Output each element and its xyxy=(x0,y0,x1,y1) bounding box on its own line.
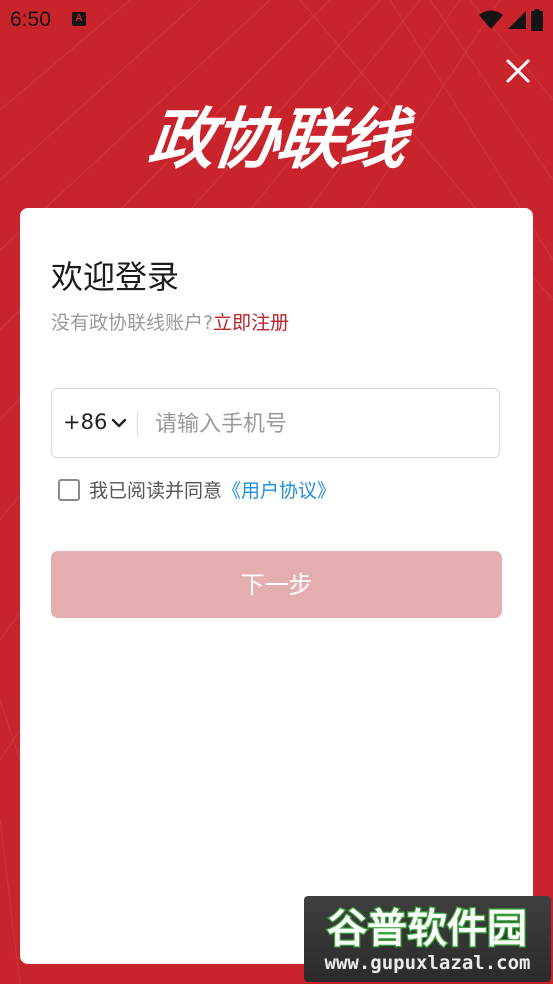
wifi-icon xyxy=(479,10,503,29)
app-logo: 政协联线 xyxy=(144,101,409,178)
watermark: 谷普软件园 www.gupuxlazal.com xyxy=(304,896,551,982)
agreement-text: 我已阅读并同意 xyxy=(89,480,223,502)
battery-icon xyxy=(531,9,543,31)
country-code-select[interactable]: +86 xyxy=(63,389,127,456)
login-screen: 6:50 A 政协联线 欢迎登录 没有政协联线账户?立即注册 +86 请输入手机… xyxy=(0,0,553,984)
watermark-logo: 谷普软件园 xyxy=(326,905,529,952)
agreement-row: 我已阅读并同意 《用户协议》 xyxy=(58,476,336,503)
status-icons xyxy=(479,9,543,31)
watermark-logo-text: 谷普软件园 xyxy=(327,906,527,952)
agreement-checkbox[interactable] xyxy=(58,478,80,501)
status-bar: 6:50 A xyxy=(0,0,553,40)
next-button[interactable]: 下一步 xyxy=(51,551,502,618)
status-time: 6:50 xyxy=(10,8,51,31)
register-link[interactable]: 立即注册 xyxy=(213,312,289,334)
user-agreement-link[interactable]: 《用户协议》 xyxy=(222,476,336,503)
no-account-text: 没有政协联线账户? xyxy=(51,312,214,334)
chevron-down-icon xyxy=(112,418,127,427)
login-card: 欢迎登录 没有政协联线账户?立即注册 +86 我已阅读并同意《用户协议》 下一步 xyxy=(20,208,533,964)
notification-icon: A xyxy=(72,12,86,26)
field-divider xyxy=(137,412,138,436)
register-prompt: 没有政协联线账户?立即注册 xyxy=(51,308,289,335)
page-title: 欢迎登录 xyxy=(51,258,180,296)
phone-field-container: +86 xyxy=(51,388,500,458)
phone-input[interactable] xyxy=(153,399,487,449)
watermark-url: www.gupuxlazal.com xyxy=(324,952,531,974)
country-code-value: +86 xyxy=(63,410,108,434)
close-icon[interactable] xyxy=(503,56,533,86)
signal-icon xyxy=(508,11,526,29)
